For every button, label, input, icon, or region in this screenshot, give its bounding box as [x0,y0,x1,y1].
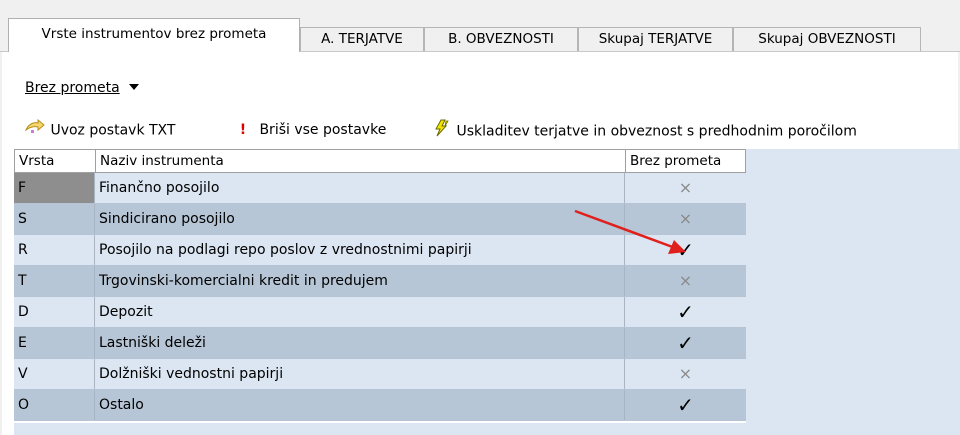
table-row[interactable]: D Depozit ✓ [14,297,746,328]
table-row[interactable]: F Finančno posojilo × [14,173,746,204]
cell-brez-prometa[interactable]: ✓ [625,328,746,358]
cell-naziv[interactable]: Trgovinski-komercialni kredit in preduje… [95,266,625,296]
checkmark-icon: ✓ [677,300,694,324]
cross-icon: × [678,209,693,228]
exclamation-icon: ! [239,122,247,138]
lightning-icon [432,119,452,144]
checkmark-icon: ✓ [677,238,694,262]
cell-naziv[interactable]: Sindicirano posojilo [95,204,625,234]
table-row[interactable]: T Trgovinski-komercialni kredit in preduj… [14,266,746,297]
chevron-down-icon[interactable] [128,84,139,90]
import-arrow-icon [24,118,46,142]
column-header-naziv[interactable]: Naziv instrumenta [96,150,626,172]
cell-brez-prometa[interactable]: × [625,359,746,389]
grid-empty-area-bottom [14,423,746,435]
table-row[interactable]: R Posojilo na podlagi repo poslov z vredn… [14,235,746,266]
delete-all-label: Briši vse postavke [259,122,387,138]
cell-brez-prometa[interactable]: × [625,173,746,203]
cell-brez-prometa[interactable]: ✓ [625,297,746,327]
table-row[interactable]: V Dolžniški vednostni papirji × [14,359,746,390]
table-row[interactable]: E Lastniški deleži ✓ [14,328,746,359]
cell-naziv[interactable]: Posojilo na podlagi repo poslov z vredno… [95,235,625,265]
cell-vrsta[interactable]: R [14,235,95,265]
cell-vrsta[interactable]: T [14,266,95,296]
tab-b-obveznosti[interactable]: B. OBVEZNOSTI [424,27,578,51]
cell-vrsta[interactable]: F [14,173,95,203]
cross-icon: × [678,271,693,290]
cell-vrsta[interactable]: D [14,297,95,327]
cell-naziv[interactable]: Ostalo [95,390,625,420]
cell-naziv[interactable]: Finančno posojilo [95,173,625,203]
filter-dropdown-label[interactable]: Brez prometa [25,80,120,96]
reconcile-button[interactable]: Uskladitev terjatve in obveznost s predh… [432,119,857,141]
tab-a-terjatve[interactable]: A. TERJATVE [300,27,424,51]
import-txt-label: Uvoz postavk TXT [50,122,176,139]
cell-naziv[interactable]: Lastniški deleži [95,328,625,358]
tab-bar: Vrste instrumentov brez prometa A. TERJA… [0,0,960,52]
cell-brez-prometa[interactable]: × [625,266,746,296]
cell-naziv[interactable]: Dolžniški vednostni papirji [95,359,625,389]
cell-naziv[interactable]: Depozit [95,297,625,327]
cell-vrsta[interactable]: V [14,359,95,389]
column-header-brez-prometa[interactable]: Brez prometa [626,150,747,172]
tab-skupaj-obveznosti[interactable]: Skupaj OBVEZNOSTI [733,27,921,51]
cell-brez-prometa[interactable]: ✓ [625,235,746,265]
table-header: Vrsta Naziv instrumenta Brez prometa [14,149,746,173]
reconcile-label: Uskladitev terjatve in obveznost s predh… [456,123,857,140]
cell-vrsta[interactable]: S [14,204,95,234]
cross-icon: × [678,364,693,383]
grid-empty-area [746,149,960,435]
cross-icon: × [678,178,693,197]
filter-dropdown[interactable]: Brez prometa [25,78,139,98]
cell-vrsta[interactable]: O [14,390,95,420]
table-row[interactable]: O Ostalo ✓ [14,390,746,421]
tab-skupaj-terjatve[interactable]: Skupaj TERJATVE [578,27,733,51]
column-header-vrsta[interactable]: Vrsta [15,150,96,172]
checkmark-icon: ✓ [677,393,694,417]
tab-vrste-instrumentov[interactable]: Vrste instrumentov brez prometa [8,18,300,52]
checkmark-icon: ✓ [677,331,694,355]
cell-vrsta[interactable]: E [14,328,95,358]
cell-brez-prometa[interactable]: × [625,204,746,234]
table-row[interactable]: S Sindicirano posojilo × [14,204,746,235]
cell-brez-prometa[interactable]: ✓ [625,390,746,420]
import-txt-button[interactable]: Uvoz postavk TXT [24,118,176,142]
delete-all-button[interactable]: ! Briši vse postavke [236,119,387,141]
